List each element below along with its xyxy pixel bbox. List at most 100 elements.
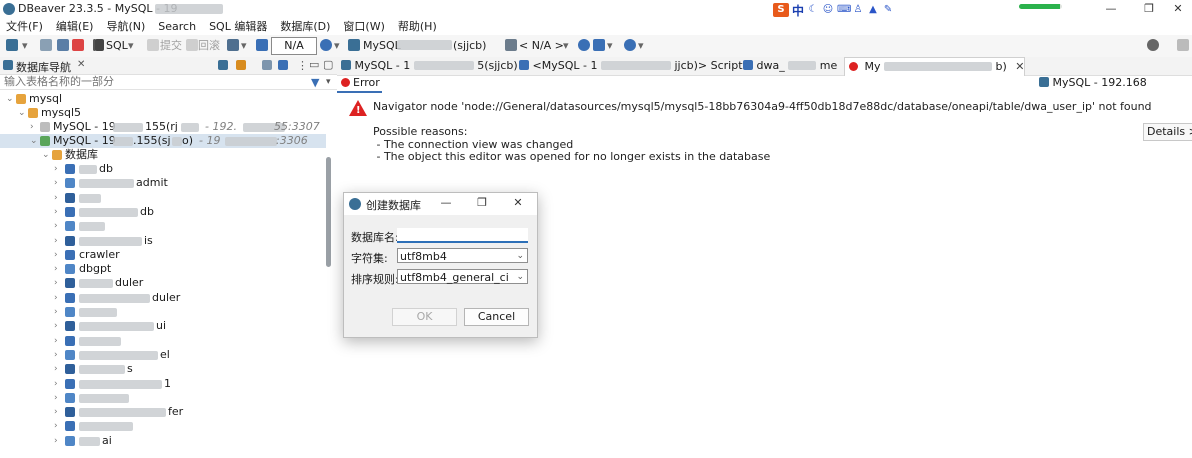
close-button[interactable]: ✕	[509, 196, 527, 209]
close-tab-icon[interactable]: ✕	[77, 59, 85, 70]
search-icon[interactable]	[624, 39, 636, 51]
menu-item[interactable]: 窗口(W)	[337, 18, 391, 35]
properties-tab[interactable]: MySQL - 192.168	[1039, 75, 1147, 91]
active-connection[interactable]: MySQL	[363, 39, 401, 53]
tree-database-item[interactable]: › s	[0, 362, 320, 376]
details-button[interactable]: Details >>	[1143, 123, 1192, 141]
search-dropdown-icon[interactable]: ▾	[638, 39, 644, 53]
tab-dwa-table[interactable]: dwa_ me	[739, 57, 841, 75]
tree-database-item[interactable]: › el	[0, 348, 320, 362]
collapsed-arrow-icon[interactable]: ›	[54, 434, 62, 448]
collapsed-arrow-icon[interactable]: ›	[54, 234, 62, 248]
collapsed-arrow-icon[interactable]: ›	[54, 348, 62, 362]
commit-icon[interactable]	[147, 39, 159, 51]
user-icon[interactable]: ♙	[852, 4, 864, 16]
ime-toolbar[interactable]: S 中 ☾ ☺ ⌨ ♙ ▲ ✎	[773, 2, 894, 18]
maximize-button[interactable]: ❐	[473, 196, 491, 209]
minimize-panel-icon[interactable]: ▭	[309, 58, 319, 71]
menu-item[interactable]: 编辑(E)	[50, 18, 101, 35]
collapsed-arrow-icon[interactable]: ›	[54, 219, 62, 233]
collapsed-arrow-icon[interactable]: ›	[54, 191, 62, 205]
collapsed-arrow-icon[interactable]: ›	[54, 362, 62, 376]
collapsed-arrow-icon[interactable]: ›	[54, 319, 62, 333]
tree-database-item[interactable]: › dbgpt	[0, 262, 320, 276]
ok-button[interactable]: OK	[392, 308, 457, 326]
menu-item[interactable]: 帮助(H)	[392, 18, 444, 35]
tree-database-item[interactable]: › ai	[0, 434, 320, 448]
tree-databases-folder[interactable]: ⌄ 数据库	[0, 148, 337, 162]
collapse-icon[interactable]	[262, 60, 272, 70]
collapsed-arrow-icon[interactable]: ›	[54, 205, 62, 219]
tree-connection-1[interactable]: › MySQL - 19 155(rj - 192. 55:3307	[0, 120, 337, 134]
tree-database-item[interactable]: › duler	[0, 276, 320, 290]
sql-editor-icon[interactable]	[95, 39, 104, 51]
clock-icon[interactable]	[320, 39, 332, 51]
tree-database-item[interactable]: › ui	[0, 319, 320, 333]
keyboard-icon[interactable]: ⌨	[837, 4, 851, 16]
schema-icon[interactable]	[505, 39, 517, 51]
cancel-button[interactable]: Cancel	[464, 308, 529, 326]
ime-logo-icon[interactable]: S	[773, 3, 789, 17]
tree-database-item[interactable]: ›	[0, 191, 320, 205]
collapsed-arrow-icon[interactable]: ›	[54, 405, 62, 419]
menu-item[interactable]: 导航(N)	[100, 18, 152, 35]
lock-icon[interactable]	[256, 39, 268, 51]
maximize-panel-icon[interactable]: ▢	[323, 58, 333, 71]
clock-dropdown-icon[interactable]: ▾	[334, 39, 340, 53]
perspective-icon[interactable]	[1177, 39, 1189, 51]
tree-database-item[interactable]: ›	[0, 219, 320, 233]
chevron-down-icon[interactable]: ⌄	[516, 270, 524, 285]
transaction-mode-icon[interactable]	[227, 39, 239, 51]
navigator-scrollbar[interactable]	[326, 157, 331, 267]
rollback-button[interactable]: 回滚	[198, 39, 220, 53]
link-icon[interactable]	[278, 60, 288, 70]
tree-connection-2[interactable]: ⌄ MySQL - 19 .155(sj o) - 19 :3306	[0, 134, 326, 148]
schema-dropdown-icon[interactable]: ▾	[563, 39, 569, 53]
emoji-icon[interactable]: ☺	[822, 4, 834, 16]
explain-icon[interactable]	[593, 39, 605, 51]
maximize-button[interactable]: ❐	[1135, 1, 1163, 17]
expand-icon[interactable]: ⌄	[6, 92, 14, 106]
collapsed-arrow-icon[interactable]: ›	[54, 276, 62, 290]
chevron-down-icon[interactable]: ▾	[22, 39, 28, 53]
tree-database-item[interactable]: › db	[0, 205, 320, 219]
tree-database-item[interactable]: › fer	[0, 405, 320, 419]
error-subtab[interactable]: Error	[337, 75, 382, 93]
collapsed-arrow-icon[interactable]: ›	[54, 391, 62, 405]
filter-dropdown-icon[interactable]: ▾	[326, 77, 331, 87]
transaction-dropdown-icon[interactable]: ▾	[241, 39, 247, 53]
tree-database-item[interactable]: ›	[0, 391, 320, 405]
close-tab-icon[interactable]: ✕	[1015, 60, 1024, 73]
connection-icon[interactable]	[348, 39, 360, 51]
charset-select[interactable]: utf8mb4 ⌄	[397, 248, 528, 263]
transaction-mode-box[interactable]: N/A	[271, 37, 317, 55]
tree-database-item[interactable]: ›	[0, 334, 320, 348]
expand-icon[interactable]: ⌄	[42, 148, 50, 162]
active-schema[interactable]: < N/A >	[519, 39, 564, 53]
cancel-icon[interactable]	[72, 39, 84, 51]
tree-folder-mysql5[interactable]: ⌄ mysql5	[0, 106, 337, 120]
ime-mode-label[interactable]: 中	[792, 2, 804, 19]
close-button[interactable]: ✕	[1164, 1, 1192, 17]
collapsed-arrow-icon[interactable]: ›	[54, 248, 62, 262]
menu-item[interactable]: 文件(F)	[0, 18, 50, 35]
collation-select[interactable]: utf8mb4_general_ci ⌄	[397, 269, 528, 284]
menu-icon[interactable]: ⋮	[297, 59, 308, 72]
tab-mysql-1[interactable]: MySQL - 1 5(sjjcb)	[337, 57, 518, 75]
tree-database-item[interactable]: ›	[0, 419, 320, 433]
shirt-icon[interactable]: ▲	[867, 4, 879, 16]
explain-dropdown-icon[interactable]: ▾	[607, 39, 613, 53]
collapsed-arrow-icon[interactable]: ›	[54, 419, 62, 433]
minimize-button[interactable]: —	[1097, 1, 1125, 17]
tree-database-item[interactable]: › 1	[0, 377, 320, 391]
collapsed-arrow-icon[interactable]: ›	[54, 176, 62, 190]
expand-icon[interactable]: ⌄	[18, 106, 26, 120]
collapsed-arrow-icon[interactable]: ›	[54, 262, 62, 276]
collapsed-arrow-icon[interactable]: ›	[54, 291, 62, 305]
tab-script-2[interactable]: <MySQL - 1 jjcb)> Script-2	[515, 57, 753, 75]
collapsed-arrow-icon[interactable]: ›	[54, 334, 62, 348]
chevron-down-icon[interactable]: ⌄	[516, 249, 524, 264]
tree-folder-mysql[interactable]: ⌄ mysql	[0, 92, 337, 106]
rollback-icon[interactable]	[186, 39, 198, 51]
tree-database-item[interactable]: › crawler	[0, 248, 320, 262]
